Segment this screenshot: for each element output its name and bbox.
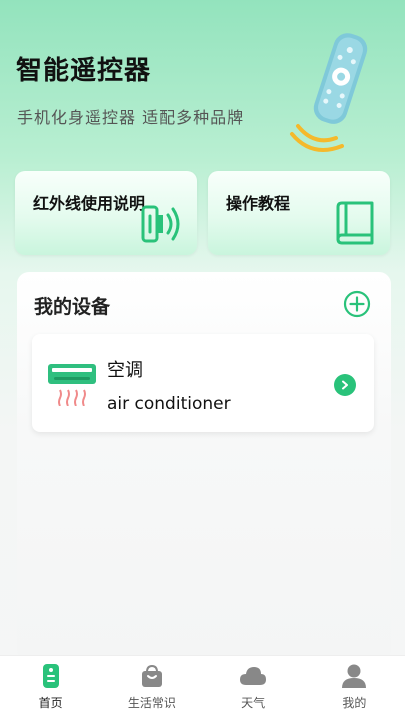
- add-device-icon[interactable]: [343, 290, 371, 318]
- tab-home[interactable]: 首页: [0, 656, 101, 720]
- infrared-phone-icon: [141, 205, 180, 243]
- open-device-button[interactable]: [334, 374, 356, 396]
- cloud-icon: [240, 667, 267, 685]
- chevron-right-icon: [342, 380, 348, 390]
- user-icon: [342, 664, 367, 688]
- infrared-guide-card[interactable]: 红外线使用说明: [15, 171, 197, 255]
- tutorial-card[interactable]: 操作教程: [208, 171, 390, 255]
- tab-weather[interactable]: 天气: [203, 656, 304, 720]
- tab-life-tips[interactable]: 生活常识: [101, 656, 202, 720]
- device-item-air-conditioner[interactable]: 空调 air conditioner: [32, 334, 374, 432]
- tab-label: 生活常识: [127, 696, 176, 710]
- infrared-guide-label: 红外线使用说明: [33, 194, 146, 213]
- bottom-tab-bar: 首页 生活常识 天气 我的: [0, 655, 405, 720]
- shopping-bag-icon: [141, 664, 162, 687]
- remote-control-illustration: [290, 33, 368, 152]
- book-icon: [336, 201, 374, 245]
- device-subtitle: air conditioner: [107, 394, 231, 414]
- tab-label: 首页: [38, 696, 63, 710]
- tab-label: 天气: [241, 696, 266, 710]
- my-devices-title: 我的设备: [34, 296, 111, 318]
- air-conditioner-icon: [48, 364, 96, 406]
- my-devices-panel: 我的设备 空调 air conditioner: [17, 272, 391, 662]
- app-title: 智能遥控器: [16, 56, 152, 86]
- app-subtitle: 手机化身遥控器 适配多种品牌: [17, 108, 245, 127]
- tab-profile[interactable]: 我的: [304, 656, 405, 720]
- device-name: 空调: [107, 360, 143, 381]
- tutorial-label: 操作教程: [226, 194, 291, 213]
- tab-label: 我的: [342, 696, 367, 710]
- remote-icon: [42, 664, 59, 688]
